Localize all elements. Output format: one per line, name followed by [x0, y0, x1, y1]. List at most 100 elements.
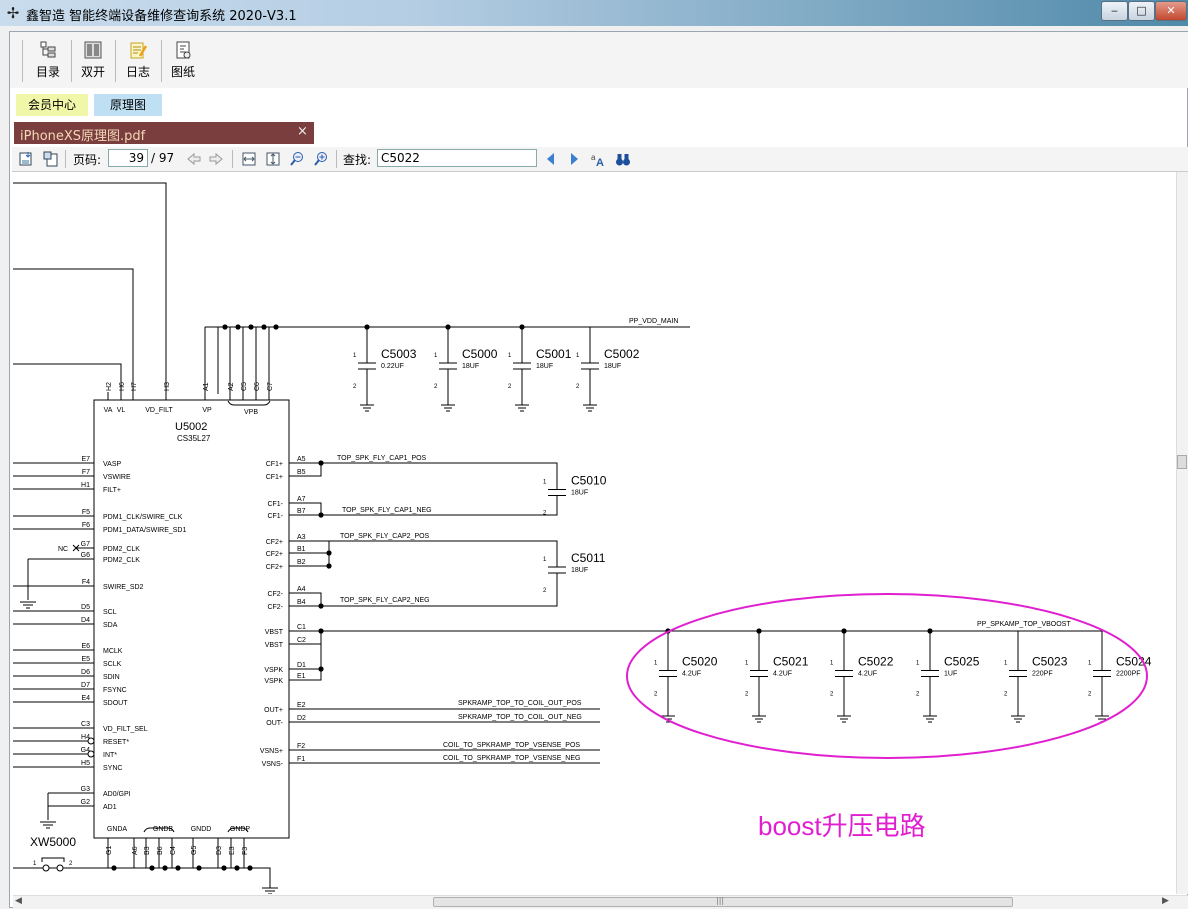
top-pin-name: VP [202, 407, 212, 414]
vpb-brace [227, 400, 271, 406]
junction-dot [318, 512, 324, 518]
right-pin-name: CF2+ [266, 539, 283, 546]
dual-open-button[interactable]: 双开 [73, 40, 113, 82]
capacitor-pin2: 2 [1088, 692, 1092, 698]
junction-dot [326, 563, 332, 569]
save-icon[interactable] [19, 151, 35, 167]
next-page-icon[interactable] [208, 151, 224, 167]
right-pin-name: CF1+ [266, 474, 283, 481]
ground-symbol [1011, 715, 1025, 723]
capacitor-pin2: 2 [543, 588, 547, 594]
right-pin-name: VSNS- [262, 761, 284, 768]
capacitor-value: 4.2UF [858, 671, 877, 678]
fit-page-icon[interactable] [265, 151, 281, 167]
capacitor-pin2: 2 [654, 692, 658, 698]
export-icon[interactable] [43, 151, 59, 167]
capacitor-pin2: 2 [353, 384, 357, 390]
dual-open-label: 双开 [80, 65, 105, 79]
page-number-input[interactable] [108, 149, 148, 167]
capacitor-value: 220PF [1032, 671, 1053, 678]
junction-dot [445, 324, 451, 330]
drawing-label: 图纸 [170, 65, 195, 79]
tab-member-center[interactable]: 会员中心 [16, 94, 88, 116]
top-pin-name: VA [104, 407, 113, 414]
dual-pane-icon [84, 41, 102, 59]
right-pin-name: CF2- [267, 591, 283, 598]
top-pin-number: H7 [131, 382, 138, 391]
catalog-button[interactable]: 目录 [28, 40, 68, 82]
close-button[interactable]: ✕ [1155, 1, 1187, 21]
previous-page-icon[interactable] [186, 151, 202, 167]
junction-dot [841, 628, 847, 634]
left-pin-number: H5 [81, 760, 90, 767]
schematic-drawing[interactable]: U5002 CS35L27 VPB PP_VDD_MAIN TOP_SPK_FL… [13, 172, 1176, 894]
capacitor-ref: C5011 [571, 551, 606, 565]
scroll-grip-icon: ||| [716, 896, 725, 905]
match-case-icon[interactable]: aA [590, 151, 606, 167]
log-label: 日志 [125, 65, 150, 79]
left-pin-name: SCLK [103, 661, 122, 668]
left-pin-name: PDM2_CLK [103, 557, 140, 564]
zoom-out-icon[interactable] [289, 151, 305, 167]
xw-contact [42, 864, 50, 872]
capacitor-pin2: 2 [543, 511, 547, 517]
zoom-in-icon[interactable] [313, 151, 329, 167]
page-total: / 97 [151, 151, 175, 165]
scroll-left-icon[interactable]: ◀ [15, 896, 22, 906]
u5002-chip-body [93, 399, 290, 839]
find-label: 查找: [343, 153, 372, 167]
junction-dot [261, 324, 267, 330]
net-cap2-pos: TOP_SPK_FLY_CAP2_POS [340, 533, 430, 540]
find-input[interactable] [377, 149, 537, 167]
document-tab-close-icon[interactable]: × [297, 124, 308, 139]
junction-dot [149, 865, 155, 871]
right-pin-name: VSNS+ [260, 748, 283, 755]
right-pin-number: B2 [297, 559, 306, 566]
ground-symbol [515, 404, 529, 412]
log-button[interactable]: 日志 [118, 40, 158, 82]
svg-text:A: A [596, 157, 604, 167]
drawing-button[interactable]: 图纸 [163, 40, 203, 82]
capacitor-pin2: 2 [508, 384, 512, 390]
right-pin-number: A7 [297, 496, 306, 503]
capacitor-symbol [750, 631, 768, 716]
top-pin-number: C6 [254, 382, 261, 391]
capacitor-pin1: 1 [1088, 661, 1092, 667]
junction-dot [318, 628, 324, 634]
vertical-scroll-thumb[interactable] [1177, 455, 1187, 469]
find-next-icon[interactable] [566, 151, 582, 167]
capacitor-symbols: C5003 0.22UF 1 2 C5000 18UF 1 2 C5001 18UF 1 2 C5002… [353, 327, 1152, 723]
right-pin-name: OUT- [266, 720, 283, 727]
capacitor-pin1: 1 [654, 661, 658, 667]
junction-dot [318, 603, 324, 609]
vertical-scrollbar[interactable] [1176, 172, 1188, 894]
left-pin-number: F6 [82, 522, 90, 529]
bottom-pin-number: A6 [132, 846, 139, 855]
right-pin-name: CF1- [267, 501, 283, 508]
junction-dot [318, 460, 324, 466]
junction-dot [519, 324, 525, 330]
right-pin-name: VSPK [264, 667, 283, 674]
right-pin-number: B4 [297, 599, 306, 606]
log-icon [130, 42, 148, 59]
capacitor-value: 2200PF [1116, 671, 1141, 678]
left-pin-name: SCL [103, 609, 117, 616]
junction-dot [234, 865, 240, 871]
toolbar-divider [115, 40, 116, 82]
right-pin-number: E1 [297, 673, 306, 680]
fit-width-icon[interactable] [241, 151, 257, 167]
right-pin-number: D2 [297, 715, 306, 722]
junction-dot [196, 865, 202, 871]
right-pin-number: F1 [297, 756, 305, 763]
tab-schematic[interactable]: 原理图 [94, 94, 162, 116]
scroll-right-icon[interactable]: ▶ [1162, 896, 1169, 906]
maximize-button[interactable]: □ [1128, 1, 1155, 21]
capacitor-pin1: 1 [1004, 661, 1008, 667]
right-pin-labels: A5 CF1+ B5 CF1+ A7 CF1- B7 CF1- A3 CF2+ B1 CF2+ B2 CF… [260, 456, 306, 768]
binoculars-icon[interactable] [615, 151, 631, 167]
ground-symbol [441, 404, 455, 412]
find-previous-icon[interactable] [543, 151, 559, 167]
left-pin-name: SWIRE_SD2 [103, 584, 144, 591]
pdf-toolbar-divider [65, 150, 66, 168]
minimize-button[interactable]: ‒ [1101, 1, 1128, 21]
